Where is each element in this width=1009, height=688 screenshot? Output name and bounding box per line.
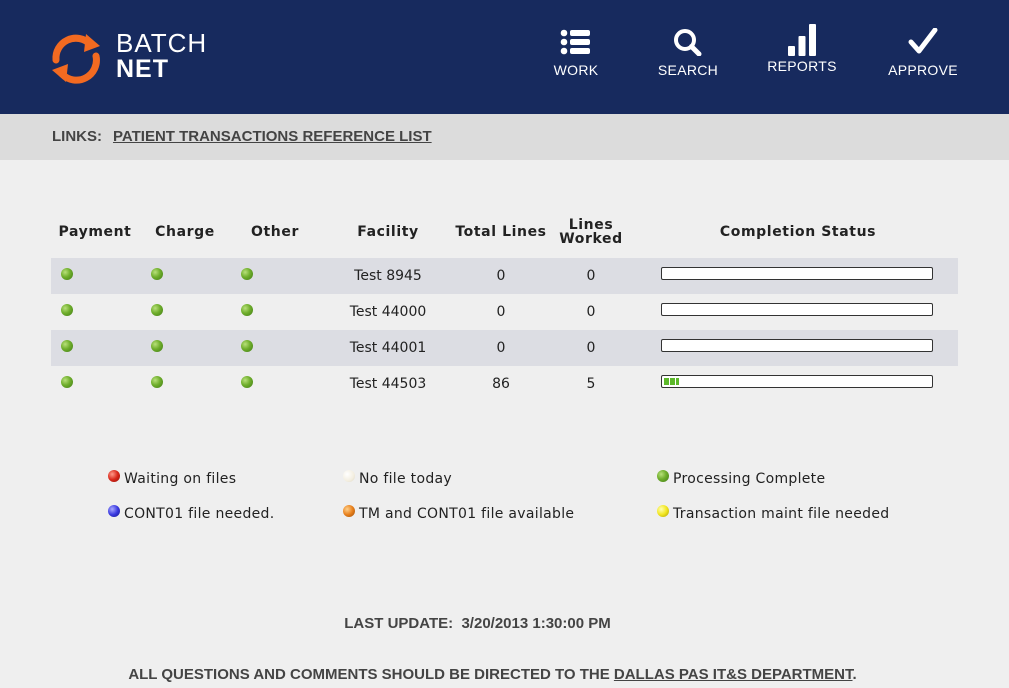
nav-reports-label: REPORTS xyxy=(767,58,837,74)
bar-chart-icon xyxy=(788,24,816,56)
total-lines-cell: 0 xyxy=(496,268,506,284)
yellow-status-dot-icon xyxy=(657,505,669,517)
footer-note-suffix: . xyxy=(852,666,857,683)
search-icon xyxy=(674,29,702,56)
legend-label: Processing Complete xyxy=(673,471,826,487)
blue-status-dot-icon xyxy=(108,505,120,517)
patient-transactions-link[interactable]: PATIENT TRANSACTIONS REFERENCE LIST xyxy=(113,128,432,145)
app-header: BATCH NET WORK SEARCH REPORTS APPROVE xyxy=(0,0,1009,114)
legend-label: CONT01 file needed. xyxy=(124,506,275,522)
payment-status-dot xyxy=(61,340,73,352)
orange-status-dot-icon xyxy=(343,505,355,517)
completion-progress-bar xyxy=(661,303,933,316)
last-update-value: 3/20/2013 1:30:00 PM xyxy=(461,615,611,632)
links-bar: LINKS: PATIENT TRANSACTIONS REFERENCE LI… xyxy=(0,114,1009,160)
facility-cell: Test 44000 xyxy=(349,304,427,320)
col-header-facility: Facility xyxy=(357,224,419,240)
completion-progress-bar xyxy=(661,375,933,388)
footer-note-prefix: ALL QUESTIONS AND COMMENTS SHOULD BE DIR… xyxy=(128,666,610,683)
nav-work[interactable]: WORK xyxy=(531,28,621,88)
batchnet-logo[interactable]: BATCH NET xyxy=(48,28,228,88)
list-icon xyxy=(560,29,590,55)
last-update-label: LAST UPDATE: xyxy=(344,615,454,632)
payment-status-dot xyxy=(61,304,73,316)
table-row[interactable]: Test 8945 0 0 xyxy=(51,258,958,294)
col-header-charge: Charge xyxy=(155,224,215,240)
col-header-other: Other xyxy=(251,224,299,240)
col-header-lines-worked: Lines Worked xyxy=(559,217,623,247)
nav-approve-label: APPROVE xyxy=(888,62,958,78)
other-status-dot xyxy=(241,304,253,316)
refresh-logo-icon xyxy=(52,34,100,84)
last-update: LAST UPDATE: 3/20/2013 1:30:00 PM xyxy=(0,615,955,632)
charge-status-dot xyxy=(151,340,163,352)
legend-label: TM and CONT01 file available xyxy=(359,506,575,522)
other-status-dot xyxy=(241,340,253,352)
col-header-payment: Payment xyxy=(58,224,132,240)
completion-progress-bar xyxy=(661,267,933,280)
table-row[interactable]: Test 44001 0 0 xyxy=(51,330,958,366)
nav-search-label: SEARCH xyxy=(657,62,719,78)
table-row[interactable]: Test 44000 0 0 xyxy=(51,294,958,330)
payment-status-dot xyxy=(61,376,73,388)
charge-status-dot xyxy=(151,304,163,316)
legend-label: Waiting on files xyxy=(124,471,237,487)
facility-cell: Test 44503 xyxy=(349,376,427,392)
payment-status-dot xyxy=(61,268,73,280)
total-lines-cell: 0 xyxy=(496,304,506,320)
lines-worked-cell: 0 xyxy=(586,268,596,284)
nav-approve[interactable]: APPROVE xyxy=(878,28,968,88)
nav-work-label: WORK xyxy=(553,62,599,78)
total-lines-cell: 0 xyxy=(496,340,506,356)
legend-label: Transaction maint file needed xyxy=(673,506,890,522)
lines-worked-cell: 0 xyxy=(586,340,596,356)
col-header-total-lines: Total Lines xyxy=(455,224,547,240)
lines-worked-cell: 5 xyxy=(586,376,596,392)
nav-search[interactable]: SEARCH xyxy=(643,28,733,88)
table-row[interactable]: Test 44503 86 5 xyxy=(51,366,958,402)
lines-worked-cell: 0 xyxy=(586,304,596,320)
progress-fill xyxy=(664,378,679,385)
completion-progress-bar xyxy=(661,339,933,352)
legend-label: No file today xyxy=(359,471,452,487)
facility-cell: Test 44001 xyxy=(349,340,427,356)
other-status-dot xyxy=(241,376,253,388)
checkmark-icon xyxy=(908,28,938,54)
footer-note: ALL QUESTIONS AND COMMENTS SHOULD BE DIR… xyxy=(0,666,985,683)
logo-text-net: NET xyxy=(116,55,169,83)
nav-reports[interactable]: REPORTS xyxy=(757,24,847,88)
red-status-dot-icon xyxy=(108,470,120,482)
charge-status-dot xyxy=(151,376,163,388)
white-status-dot-icon xyxy=(343,470,355,482)
charge-status-dot xyxy=(151,268,163,280)
green-status-dot-icon xyxy=(657,470,669,482)
department-link[interactable]: DALLAS PAS IT&S DEPARTMENT xyxy=(614,666,853,683)
links-label: LINKS: xyxy=(52,128,102,145)
other-status-dot xyxy=(241,268,253,280)
col-header-completion-status: Completion Status xyxy=(719,224,877,240)
total-lines-cell: 86 xyxy=(492,376,510,392)
facility-cell: Test 8945 xyxy=(354,268,422,284)
